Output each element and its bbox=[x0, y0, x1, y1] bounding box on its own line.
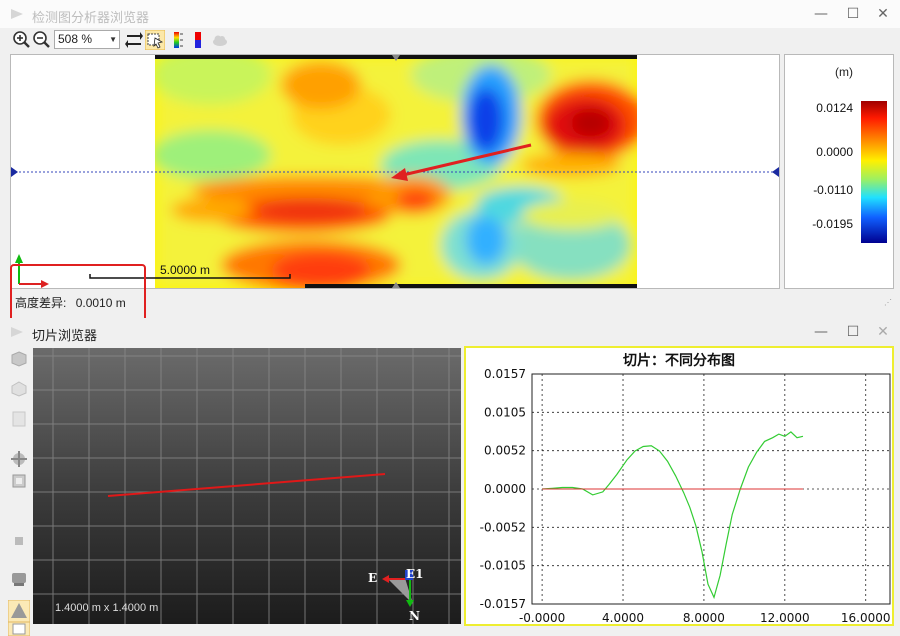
zoom-level-value: 508 % bbox=[58, 32, 93, 46]
x-tick-label: 12.0000 bbox=[760, 611, 810, 624]
stop-icon[interactable] bbox=[10, 532, 28, 550]
close-button[interactable]: ✕ bbox=[872, 5, 894, 23]
viewport-dimensions: 1.4000 m x 1.4000 m bbox=[55, 602, 159, 614]
y-tick-label: -0.0105 bbox=[480, 559, 526, 573]
color-legend: (m) 0.0124 0.0000 -0.0110 -0.0195 bbox=[784, 54, 894, 289]
3d-grid bbox=[33, 348, 461, 624]
legend-colorbar bbox=[861, 101, 887, 243]
top-toolbar bbox=[0, 28, 900, 52]
3d-viewport[interactable]: E E1 N 1.4000 m x 1.4000 m bbox=[33, 348, 461, 624]
chart-title: 切片：不同分布图 bbox=[623, 353, 735, 369]
chevron-down-icon: ▼ bbox=[109, 35, 117, 44]
swap-icon[interactable] bbox=[124, 30, 144, 50]
side-toolbar bbox=[0, 346, 32, 636]
heatmap-canvas[interactable] bbox=[11, 55, 779, 288]
triangle-view-icon[interactable] bbox=[8, 600, 30, 622]
page-view-icon[interactable] bbox=[10, 410, 28, 428]
zoom-level-select[interactable]: 508 % ▼ bbox=[54, 30, 120, 49]
y-tick-label: 0.0105 bbox=[484, 405, 526, 419]
cloud-icon[interactable] bbox=[210, 30, 230, 50]
x-tick-label: 16.0000 bbox=[841, 611, 891, 624]
scale-bar-label: 5.0000 m bbox=[160, 263, 211, 277]
slice-profile-3d bbox=[107, 473, 386, 497]
gizmo-north-label: N bbox=[409, 609, 420, 623]
profile-chart-panel: 切片：不同分布图 0.0157 0.0105 0.0052 0.0000 -0.0052… bbox=[464, 346, 894, 626]
maximize-button[interactable]: ☐ bbox=[842, 323, 864, 341]
height-diff-readout: 高度差异: 0.0010 m bbox=[15, 294, 126, 311]
frame-icon[interactable] bbox=[10, 472, 28, 490]
y-tick-label: 0.0052 bbox=[484, 444, 526, 458]
gizmo-e1-label: E1 bbox=[406, 567, 424, 581]
top-titlebar: 检测图分析器浏览器 — ☐ ✕ bbox=[0, 0, 900, 28]
y-tick-label: 0.0157 bbox=[484, 368, 526, 381]
color-scale-icon[interactable] bbox=[168, 30, 188, 50]
y-tick-label: -0.0157 bbox=[480, 597, 526, 611]
zoom-in-icon[interactable] bbox=[12, 30, 32, 50]
heatmap-viewer[interactable]: 5.0000 m bbox=[10, 54, 780, 289]
x-tick-label: 4.0000 bbox=[602, 611, 644, 624]
x-tick-label: 8.0000 bbox=[683, 611, 725, 624]
profile-chart[interactable]: 0.0157 0.0105 0.0052 0.0000 -0.0052 -0.0105 -0… bbox=[466, 368, 892, 624]
legend-label-max: 0.0124 bbox=[816, 101, 853, 115]
inspection-map-window: 检测图分析器浏览器 — ☐ ✕ 508 % ▼ 5.0000 m 高度差异: 0… bbox=[0, 0, 900, 324]
slice-browser-window: 切片浏览器 — ☐ ✕ E E1 N 1.4000 m x 1.4000 m 切… bbox=[0, 318, 900, 636]
maximize-button[interactable]: ☐ bbox=[842, 5, 864, 23]
profile-right-handle[interactable] bbox=[772, 167, 779, 177]
resize-grip-icon[interactable]: ⋰ bbox=[884, 298, 892, 307]
profile-left-handle[interactable] bbox=[11, 167, 18, 177]
window-title: 检测图分析器浏览器 bbox=[32, 11, 150, 26]
bottom-titlebar: 切片浏览器 — ☐ ✕ bbox=[0, 318, 900, 345]
height-diff-label: 高度差异: bbox=[15, 296, 67, 310]
select-region-icon[interactable] bbox=[145, 30, 165, 50]
rotate-view-icon[interactable] bbox=[10, 380, 28, 398]
height-diff-value: 0.0010 m bbox=[75, 296, 126, 310]
minimize-button[interactable]: — bbox=[810, 323, 832, 341]
minimize-button[interactable]: — bbox=[810, 5, 832, 23]
app-icon bbox=[11, 9, 23, 19]
gizmo-east-label: E bbox=[368, 571, 378, 585]
zoom-out-icon[interactable] bbox=[32, 30, 52, 50]
legend-unit: (m) bbox=[835, 65, 853, 79]
layers-icon[interactable] bbox=[10, 570, 28, 588]
legend-label-neg1: -0.0110 bbox=[813, 183, 853, 197]
legend-label-min: -0.0195 bbox=[812, 217, 853, 231]
legend-label-zero: 0.0000 bbox=[816, 145, 853, 159]
app-icon bbox=[11, 327, 23, 337]
close-button[interactable]: ✕ bbox=[872, 323, 894, 341]
pan-icon[interactable] bbox=[10, 450, 28, 468]
gizmo-y-arrowhead bbox=[15, 254, 23, 263]
y-tick-label: -0.0052 bbox=[480, 520, 526, 534]
x-tick-label: -0.0000 bbox=[519, 611, 565, 624]
document-view-icon[interactable] bbox=[8, 622, 30, 636]
palette-icon[interactable] bbox=[189, 30, 209, 50]
window-title: 切片浏览器 bbox=[32, 329, 98, 344]
y-tick-label: 0.0000 bbox=[484, 482, 526, 496]
cube-view-icon[interactable] bbox=[10, 350, 28, 368]
image-border-bottom bbox=[305, 284, 637, 288]
